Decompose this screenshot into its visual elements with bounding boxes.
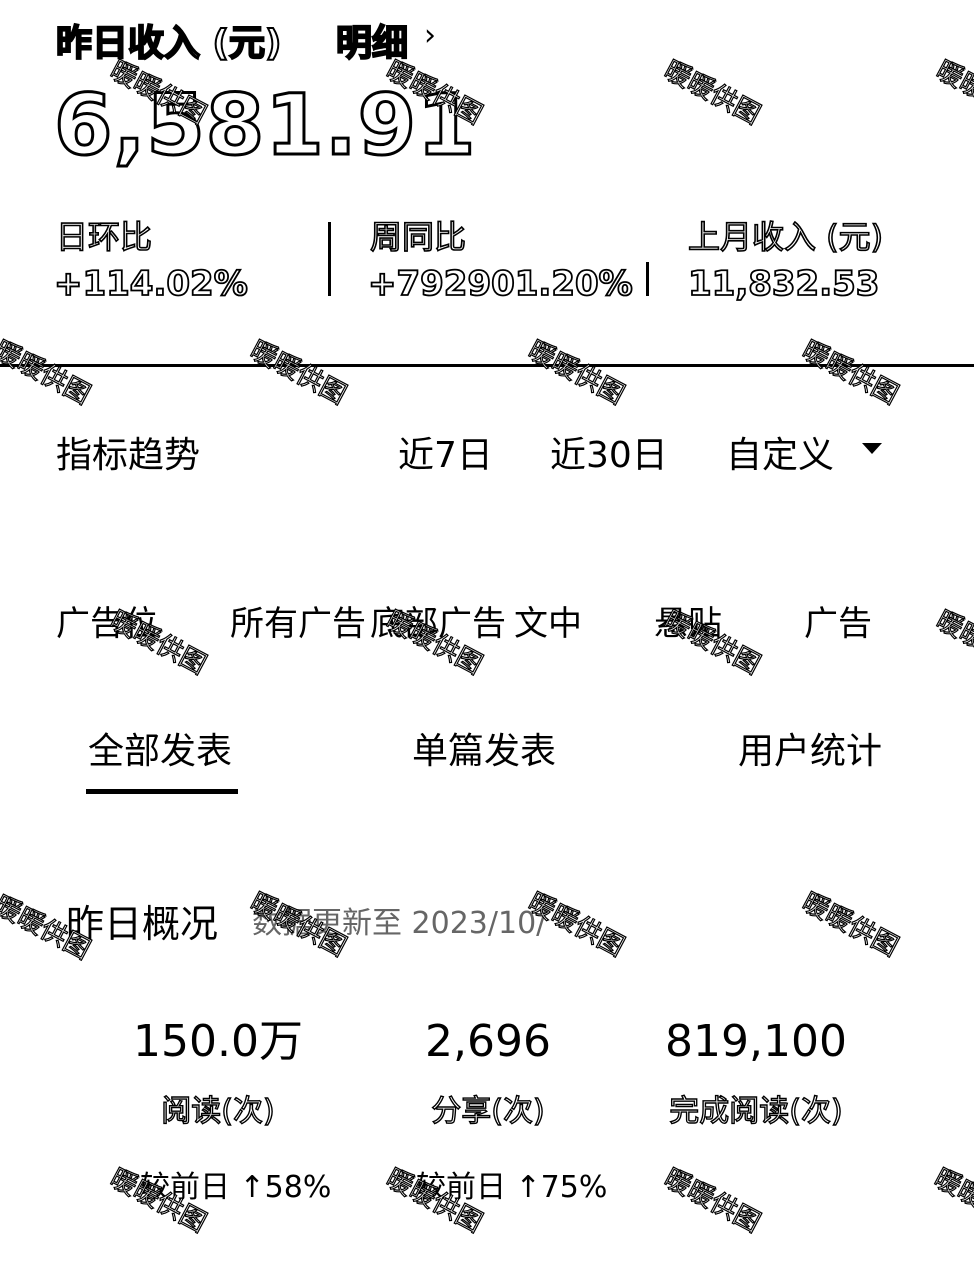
watermark: 暖暖供图 bbox=[930, 55, 974, 132]
dropdown-caret-icon[interactable] bbox=[862, 443, 882, 454]
yesterday-income-title: 昨日收入 (元) bbox=[55, 22, 282, 65]
metric-reads: 150.0万 阅读(次) bbox=[88, 1012, 348, 1130]
range-30-days[interactable]: 近30日 bbox=[550, 426, 668, 478]
income-detail-link[interactable]: 明细 bbox=[335, 14, 409, 66]
tab-all-published[interactable]: 全部发表 bbox=[88, 722, 232, 774]
metric-trend-title: 指标趋势 bbox=[56, 435, 201, 476]
active-tab-indicator bbox=[86, 789, 238, 794]
watermark: 暖暖供图 bbox=[796, 335, 904, 412]
last-month-income-label: 上月收入 (元) bbox=[687, 217, 884, 257]
day-over-day-value: +114.02% bbox=[53, 263, 249, 305]
metric-completed-reads: 819,100 完成阅读(次) bbox=[626, 1012, 886, 1130]
ad-slot-tab-bottom[interactable]: 底部广告 bbox=[370, 596, 506, 645]
metric-shares: 2,696 分享(次) bbox=[358, 1012, 618, 1130]
watermark: 暖暖供图 bbox=[244, 335, 352, 412]
ad-slot-tab-ad[interactable]: 广告 bbox=[804, 596, 872, 645]
stat-divider bbox=[328, 222, 331, 296]
range-custom[interactable]: 自定义 bbox=[726, 426, 834, 478]
completed-reads-value: 819,100 bbox=[665, 1016, 847, 1067]
tab-single-published[interactable]: 单篇发表 bbox=[412, 722, 556, 774]
stat-divider bbox=[646, 262, 649, 296]
watermark: 暖暖供图 bbox=[658, 55, 766, 132]
shares-value: 2,696 bbox=[425, 1016, 551, 1067]
reads-compare: 较前日 ↑58% bbox=[140, 1170, 332, 1205]
day-over-day-label: 日环比 bbox=[55, 217, 153, 257]
chevron-right-icon[interactable]: › bbox=[424, 18, 436, 53]
section-divider bbox=[0, 364, 974, 367]
yesterday-income-value: 6,581.91 bbox=[53, 75, 478, 176]
shares-label: 分享(次) bbox=[431, 1093, 546, 1129]
week-over-week-label: 周同比 bbox=[369, 217, 467, 257]
watermark: 暖暖供图 bbox=[522, 335, 630, 412]
week-over-week-value: +792901.20% bbox=[367, 263, 634, 305]
ad-slot-tab-sticky[interactable]: 悬贴 bbox=[654, 596, 722, 645]
reads-value: 150.0万 bbox=[133, 1016, 303, 1067]
watermark: 暖暖供图 bbox=[0, 335, 96, 412]
last-month-income-value: 11,832.53 bbox=[687, 263, 880, 305]
tab-user-stats[interactable]: 用户统计 bbox=[738, 722, 882, 774]
data-update-note: 数据更新至 2023/10/ bbox=[252, 906, 547, 941]
ad-slot-tab-all[interactable]: 广告位 bbox=[56, 596, 158, 645]
watermark: 暖暖供图 bbox=[658, 1163, 766, 1240]
watermark: 暖暖供图 bbox=[930, 605, 974, 682]
ad-slot-tab-inline[interactable]: 文中 bbox=[514, 596, 582, 645]
ad-slot-tab-every[interactable]: 所有广告 bbox=[230, 596, 366, 645]
range-7-days[interactable]: 近7日 bbox=[398, 426, 493, 478]
watermark: 暖暖供图 bbox=[796, 887, 904, 964]
shares-compare: 较前日 ↑75% bbox=[416, 1170, 608, 1205]
yesterday-overview-title: 昨日概况 bbox=[66, 902, 219, 946]
watermark: 暖暖供图 bbox=[928, 1163, 974, 1240]
reads-label: 阅读(次) bbox=[161, 1093, 276, 1129]
completed-reads-label: 完成阅读(次) bbox=[669, 1093, 844, 1129]
